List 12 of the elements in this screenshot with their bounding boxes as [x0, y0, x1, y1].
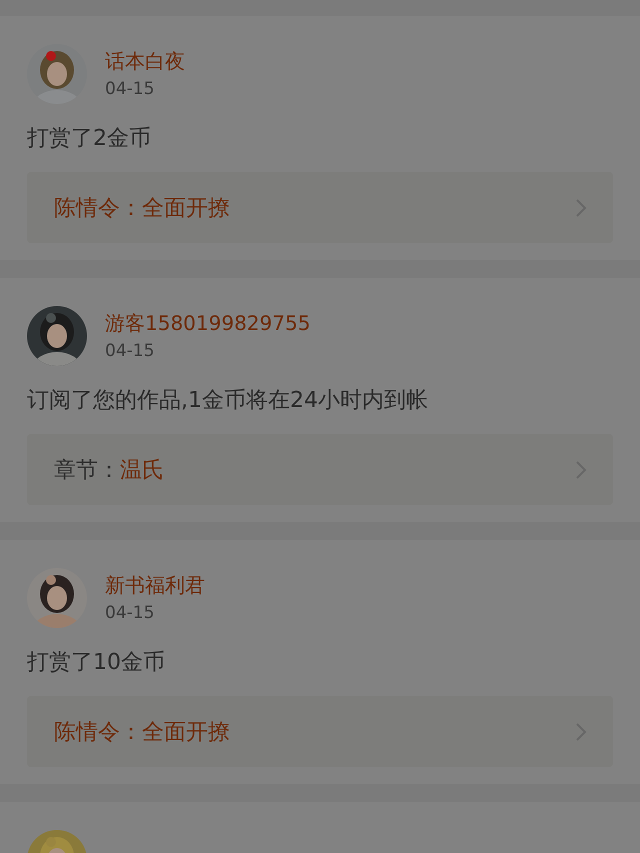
work-link[interactable]: 陈情令：全面开撩 [27, 696, 613, 767]
message-text: 打赏了2金币 [27, 125, 152, 153]
work-link[interactable]: 章节：温氏 [27, 434, 613, 505]
date: 04-15 [105, 78, 156, 100]
message-text: 订阅了您的作品,1金币将在24小时内到帐 [27, 387, 429, 415]
date: 04-15 [105, 602, 156, 624]
message-text: 打赏了10金币 [27, 649, 166, 677]
work-link[interactable]: 陈情令：全面开撩 [27, 172, 613, 243]
user-name[interactable]: 话本白夜 [105, 48, 185, 74]
user-name[interactable]: 游客1580199829755 [105, 310, 310, 336]
date: 04-15 [105, 340, 156, 362]
user-name[interactable]: 新书福利君 [105, 572, 205, 598]
